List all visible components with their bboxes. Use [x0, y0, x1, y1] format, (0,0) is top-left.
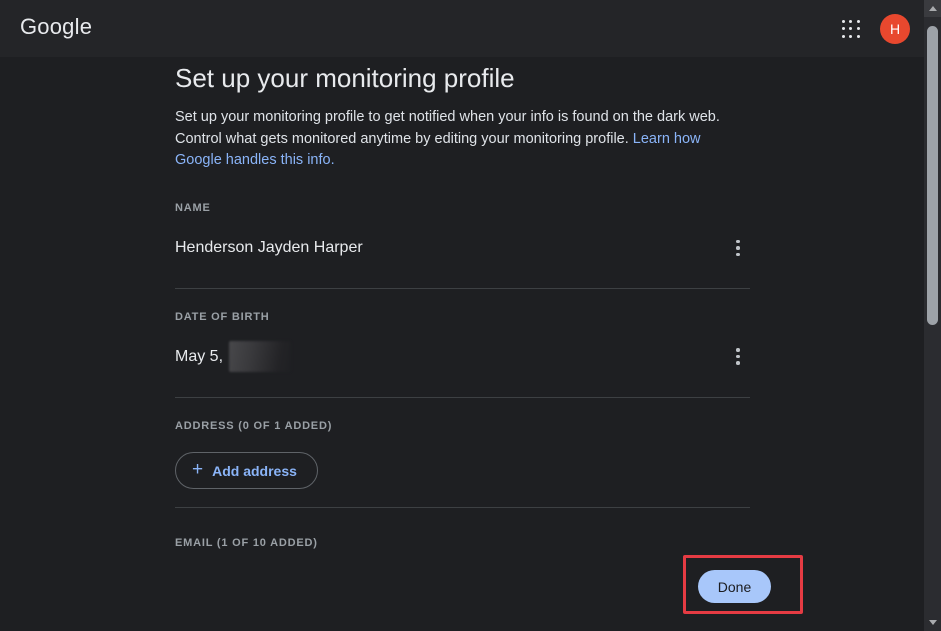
section-divider — [175, 507, 750, 508]
name-value: Henderson Jayden Harper — [175, 239, 363, 257]
name-field-label: NAME — [175, 202, 211, 214]
arrow-up-icon — [929, 6, 937, 11]
account-avatar[interactable]: H — [880, 14, 910, 44]
more-vert-icon — [736, 240, 740, 244]
dob-field-label: DATE OF BIRTH — [175, 311, 270, 323]
scroll-down-button[interactable] — [924, 614, 941, 631]
page-description: Set up your monitoring profile to get no… — [175, 107, 750, 172]
top-app-bar: Google H — [0, 0, 941, 57]
more-vert-icon — [736, 348, 740, 352]
add-address-button[interactable]: + Add address — [175, 452, 318, 489]
apps-grid-icon — [842, 20, 845, 23]
arrow-down-icon — [929, 620, 937, 625]
page-title: Set up your monitoring profile — [175, 62, 515, 94]
section-divider — [175, 288, 750, 289]
name-more-options-button[interactable] — [728, 237, 748, 259]
dark-web-report-page: Google H Set up your monitoring profile … — [0, 0, 941, 631]
dob-value: May 5, — [175, 348, 223, 366]
section-divider — [175, 397, 750, 398]
dob-more-options-button[interactable] — [728, 346, 748, 368]
dob-field-row: May 5, — [175, 341, 750, 372]
address-field-label: ADDRESS (0 OF 1 ADDED) — [175, 420, 332, 432]
vertical-scrollbar[interactable] — [924, 0, 941, 631]
apps-grid-button[interactable] — [841, 19, 861, 39]
plus-icon: + — [192, 460, 203, 479]
dob-redaction-blur — [229, 341, 291, 372]
scrollbar-thumb[interactable] — [927, 26, 938, 325]
google-logo[interactable]: Google — [20, 14, 92, 40]
email-field-label: EMAIL (1 OF 10 ADDED) — [175, 537, 318, 549]
avatar-initial: H — [890, 21, 900, 37]
name-field-row: Henderson Jayden Harper — [175, 237, 750, 259]
done-button[interactable]: Done — [698, 570, 771, 603]
add-address-label: Add address — [212, 463, 297, 479]
scroll-up-button[interactable] — [924, 0, 941, 17]
